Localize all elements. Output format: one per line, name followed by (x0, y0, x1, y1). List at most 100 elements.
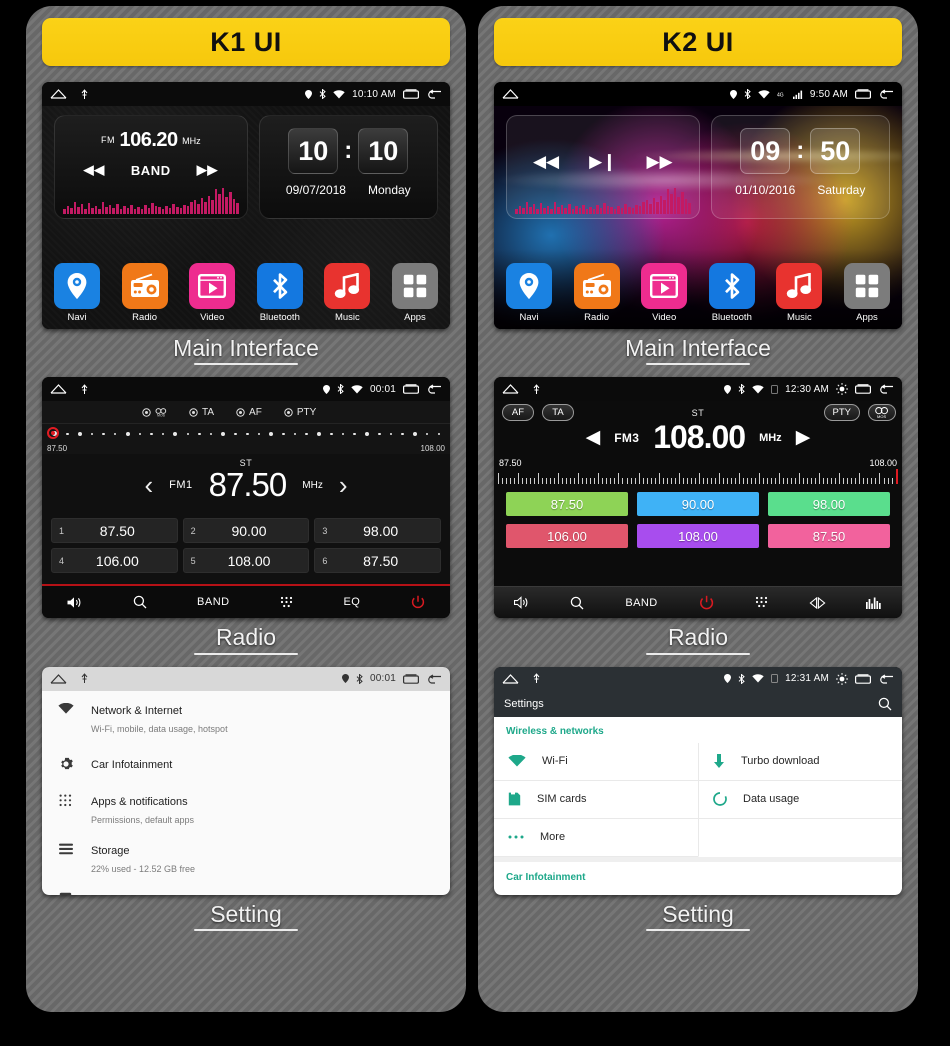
radio-icon[interactable] (121, 263, 168, 309)
recents-icon[interactable] (855, 384, 871, 395)
volume-icon[interactable] (514, 596, 529, 610)
search-icon[interactable] (878, 697, 892, 711)
search-icon[interactable] (133, 595, 147, 609)
next-icon[interactable]: ▶▶ (197, 162, 218, 178)
settings-cell-data-usage[interactable]: Data usage (698, 780, 902, 819)
music-note-icon[interactable] (324, 263, 371, 309)
app-bluetooth[interactable]: Bluetooth (706, 263, 758, 323)
tune-down-icon[interactable]: ‹ (145, 470, 154, 501)
settings-item-storage[interactable]: Storage 22% used - 12.52 GB free (42, 834, 450, 883)
app-radio[interactable]: Radio (571, 263, 623, 323)
band-button[interactable]: BAND (625, 597, 657, 609)
home-icon[interactable] (502, 673, 519, 684)
preset-button[interactable]: 5 108.00 (182, 548, 310, 574)
grid-apps-icon[interactable] (843, 263, 890, 309)
back-icon[interactable] (426, 674, 442, 684)
app-radio[interactable]: Radio (119, 263, 171, 323)
preset-button[interactable]: 87.50 (768, 524, 890, 549)
eq-button[interactable]: EQ (343, 596, 360, 608)
power-icon[interactable] (411, 595, 425, 609)
rds-af[interactable]: AF (236, 407, 262, 418)
map-pin-icon[interactable] (54, 263, 100, 309)
home-icon[interactable] (50, 384, 67, 395)
app-music[interactable]: Music (321, 263, 373, 323)
back-icon[interactable] (426, 384, 442, 395)
tune-up-icon[interactable]: ▶ (796, 428, 811, 447)
band-button[interactable]: BAND (197, 596, 230, 608)
next-icon[interactable]: ▶▶ (646, 152, 672, 172)
keypad-icon[interactable] (755, 596, 768, 609)
preset-button[interactable]: 3 98.00 (314, 518, 441, 544)
preset-button[interactable]: 2 90.00 (182, 518, 310, 544)
back-icon[interactable] (878, 674, 894, 684)
app-navi[interactable]: Navi (51, 263, 103, 323)
video-play-icon[interactable] (641, 263, 688, 309)
scan-icon[interactable] (809, 596, 826, 609)
k1-dial-strip[interactable]: 87.50 108.00 (42, 424, 450, 455)
prev-icon[interactable]: ◀◀ (84, 162, 105, 178)
keypad-icon[interactable] (280, 596, 293, 609)
settings-cell-sim-cards[interactable]: SIM cards (494, 781, 698, 819)
recents-icon[interactable] (855, 89, 871, 99)
recents-icon[interactable] (403, 674, 419, 684)
recents-icon[interactable] (855, 674, 871, 684)
settings-cell-wifi[interactable]: Wi-Fi (494, 743, 698, 781)
equalizer-icon[interactable] (866, 597, 882, 609)
preset-button[interactable]: 98.00 (768, 492, 890, 517)
settings-cell-turbo-download[interactable]: Turbo download (698, 742, 902, 781)
preset-button[interactable]: 108.00 (637, 524, 759, 549)
search-icon[interactable] (570, 596, 584, 610)
home-icon[interactable] (50, 673, 67, 684)
app-video[interactable]: Video (638, 263, 690, 323)
k2-media-widget[interactable]: ◀◀ ▶❙ ▶▶ (506, 115, 700, 219)
band-button[interactable]: BAND (131, 163, 171, 178)
tune-down-icon[interactable]: ◀ (586, 428, 601, 447)
rds-pty[interactable]: PTY (284, 407, 316, 418)
preset-button[interactable]: 4 106.00 (51, 548, 178, 574)
app-music[interactable]: Music (773, 263, 825, 323)
preset-button[interactable]: 90.00 (637, 492, 759, 517)
home-icon[interactable] (502, 89, 519, 99)
back-icon[interactable] (878, 89, 894, 99)
rds-ast-mos[interactable]: MOS (142, 408, 167, 417)
tune-up-icon[interactable]: › (339, 470, 348, 501)
preset-button[interactable]: 106.00 (506, 524, 628, 549)
k1-clock-widget[interactable]: 10 : 10 09/07/2018 Monday (258, 115, 438, 219)
map-pin-icon[interactable] (506, 263, 552, 309)
music-note-icon[interactable] (776, 263, 823, 309)
bluetooth-icon[interactable] (708, 263, 755, 309)
settings-item-memory[interactable]: Memory Avg 883 MB of 2.0 GB memory used (42, 883, 450, 895)
brightness-icon[interactable] (836, 672, 848, 685)
preset-button[interactable]: 87.50 (506, 492, 628, 517)
power-icon[interactable] (699, 595, 714, 610)
rds-ta[interactable]: TA (189, 407, 214, 418)
k2-tuning-scale[interactable]: 87.50 108.00 (494, 458, 902, 485)
grid-apps-icon[interactable] (391, 263, 438, 309)
radio-icon[interactable] (573, 263, 620, 309)
k2-clock-widget[interactable]: 09 : 50 01/10/2016 Saturday (710, 115, 890, 219)
preset-button[interactable]: 6 87.50 (314, 548, 441, 574)
home-icon[interactable] (50, 89, 67, 99)
brightness-icon[interactable] (836, 383, 848, 396)
back-icon[interactable] (426, 89, 442, 99)
prev-icon[interactable]: ◀◀ (533, 152, 559, 172)
video-play-icon[interactable] (189, 263, 236, 309)
k1-radio-widget[interactable]: FM 106.20 MHz ◀◀ BAND ▶▶ (54, 115, 248, 219)
settings-item-network[interactable]: Network & Internet Wi-Fi, mobile, data u… (42, 694, 450, 743)
back-icon[interactable] (878, 384, 894, 395)
preset-button[interactable]: 1 87.50 (51, 518, 178, 544)
app-navi[interactable]: Navi (503, 263, 555, 323)
app-bluetooth[interactable]: Bluetooth (254, 263, 306, 323)
settings-item-car-infotainment[interactable]: Car Infotainment (42, 743, 450, 785)
home-icon[interactable] (502, 384, 519, 395)
bluetooth-icon[interactable] (256, 263, 303, 309)
app-apps[interactable]: Apps (841, 263, 893, 323)
play-pause-icon[interactable]: ▶❙ (589, 152, 616, 172)
app-video[interactable]: Video (186, 263, 238, 323)
recents-icon[interactable] (403, 384, 419, 395)
recents-icon[interactable] (403, 89, 419, 99)
settings-item-apps[interactable]: Apps & notifications Permissions, defaul… (42, 785, 450, 834)
volume-icon[interactable] (67, 596, 82, 609)
settings-cell-more[interactable]: More (494, 819, 698, 857)
app-apps[interactable]: Apps (389, 263, 441, 323)
